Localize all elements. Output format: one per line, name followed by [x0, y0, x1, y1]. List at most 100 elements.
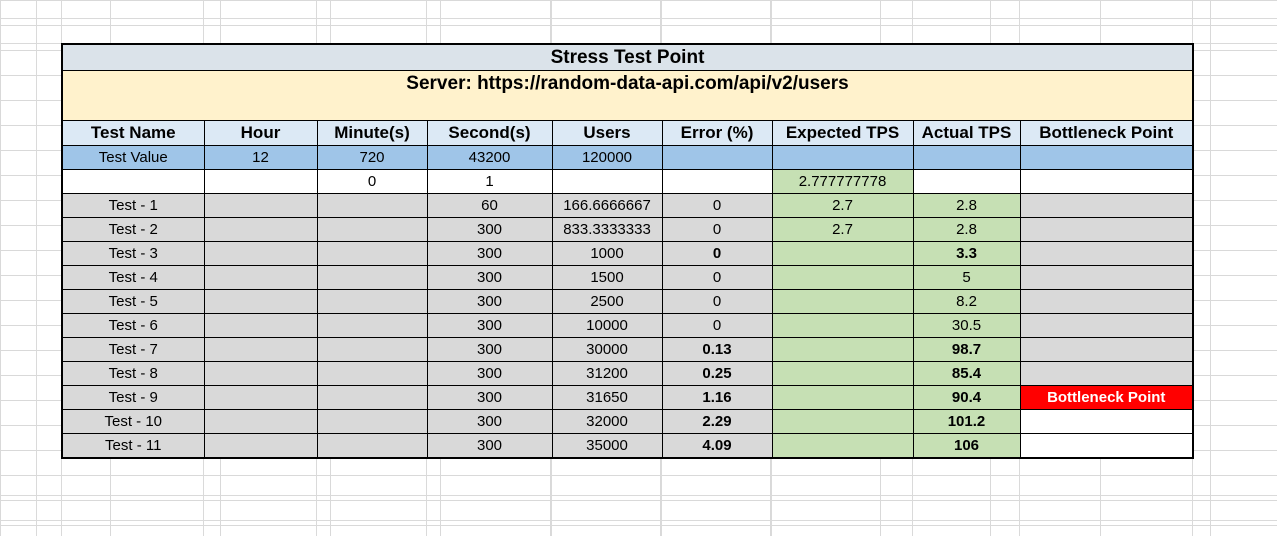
- cell-minutes[interactable]: [316, 217, 428, 242]
- cell-error[interactable]: 0: [661, 289, 773, 314]
- cell-users[interactable]: 2500: [551, 289, 663, 314]
- cell-users[interactable]: 10000: [551, 313, 663, 338]
- cell-users[interactable]: 30000: [551, 337, 663, 362]
- cell-seconds[interactable]: 300: [426, 385, 553, 410]
- header-cell[interactable]: Expected TPS: [771, 120, 914, 146]
- cell-seconds[interactable]: 300: [426, 433, 553, 459]
- value-cell[interactable]: [1019, 145, 1194, 170]
- cell-hour[interactable]: [203, 409, 318, 434]
- cell-hour[interactable]: [203, 385, 318, 410]
- server-url[interactable]: Server: https://random-data-api.com/api/…: [61, 70, 1194, 121]
- cell-users[interactable]: 833.3333333: [551, 217, 663, 242]
- cell-bottleneck[interactable]: [1019, 193, 1194, 218]
- cell-seconds[interactable]: 300: [426, 361, 553, 386]
- value-cell[interactable]: [912, 145, 1021, 170]
- value-cell[interactable]: 120000: [551, 145, 663, 170]
- cell-expected[interactable]: [771, 361, 914, 386]
- cell-actual[interactable]: 5: [912, 265, 1021, 290]
- cell-users[interactable]: 166.6666667: [551, 193, 663, 218]
- cell-seconds[interactable]: 300: [426, 289, 553, 314]
- cell-actual[interactable]: 90.4: [912, 385, 1021, 410]
- cell-hour[interactable]: [203, 265, 318, 290]
- header-cell[interactable]: Second(s): [426, 120, 553, 146]
- cell-users[interactable]: 31650: [551, 385, 663, 410]
- header-cell[interactable]: Actual TPS: [912, 120, 1021, 146]
- cell-hour[interactable]: [203, 361, 318, 386]
- cell-error[interactable]: 0: [661, 241, 773, 266]
- cell-name[interactable]: Test - 6: [61, 313, 205, 338]
- cell-bottleneck[interactable]: [1019, 433, 1194, 459]
- cell-minutes[interactable]: [316, 313, 428, 338]
- cell-name[interactable]: Test - 10: [61, 409, 205, 434]
- cell-minutes[interactable]: [316, 433, 428, 459]
- cell-users[interactable]: 31200: [551, 361, 663, 386]
- cell-hour[interactable]: [203, 313, 318, 338]
- cell-error[interactable]: 1.16: [661, 385, 773, 410]
- sheet-title[interactable]: Stress Test Point: [61, 43, 1194, 71]
- cell-seconds[interactable]: 300: [426, 313, 553, 338]
- cell-hour[interactable]: [203, 217, 318, 242]
- value-cell[interactable]: 43200: [426, 145, 553, 170]
- cell-error[interactable]: 0: [661, 217, 773, 242]
- cell-minutes[interactable]: [316, 409, 428, 434]
- cell-seconds[interactable]: 300: [426, 217, 553, 242]
- calc-cell-expected-tps[interactable]: 2.777777778: [771, 169, 914, 194]
- cell-bottleneck[interactable]: [1019, 313, 1194, 338]
- cell-expected[interactable]: [771, 385, 914, 410]
- cell-expected[interactable]: [771, 265, 914, 290]
- cell-bottleneck[interactable]: [1019, 361, 1194, 386]
- cell-expected[interactable]: [771, 337, 914, 362]
- cell-minutes[interactable]: [316, 265, 428, 290]
- header-cell[interactable]: Minute(s): [316, 120, 428, 146]
- cell-actual[interactable]: 101.2: [912, 409, 1021, 434]
- calc-cell[interactable]: [203, 169, 318, 194]
- cell-name[interactable]: Test - 1: [61, 193, 205, 218]
- cell-actual[interactable]: 2.8: [912, 217, 1021, 242]
- cell-expected[interactable]: [771, 289, 914, 314]
- cell-error[interactable]: 0.13: [661, 337, 773, 362]
- cell-actual[interactable]: 85.4: [912, 361, 1021, 386]
- cell-actual[interactable]: 30.5: [912, 313, 1021, 338]
- cell-bottleneck[interactable]: [1019, 265, 1194, 290]
- value-cell[interactable]: [771, 145, 914, 170]
- cell-name[interactable]: Test - 11: [61, 433, 205, 459]
- header-cell[interactable]: Bottleneck Point: [1019, 120, 1194, 146]
- cell-hour[interactable]: [203, 241, 318, 266]
- value-cell[interactable]: 12: [203, 145, 318, 170]
- calc-cell[interactable]: [1019, 169, 1194, 194]
- cell-name[interactable]: Test - 8: [61, 361, 205, 386]
- calc-cell[interactable]: [551, 169, 663, 194]
- cell-actual[interactable]: 2.8: [912, 193, 1021, 218]
- cell-expected[interactable]: [771, 241, 914, 266]
- cell-seconds[interactable]: 300: [426, 337, 553, 362]
- cell-name[interactable]: Test - 2: [61, 217, 205, 242]
- calc-cell[interactable]: 0: [316, 169, 428, 194]
- cell-error[interactable]: 0: [661, 265, 773, 290]
- cell-users[interactable]: 1500: [551, 265, 663, 290]
- cell-bottleneck[interactable]: [1019, 337, 1194, 362]
- cell-error[interactable]: 0: [661, 193, 773, 218]
- cell-error[interactable]: 0.25: [661, 361, 773, 386]
- cell-hour[interactable]: [203, 289, 318, 314]
- calc-cell[interactable]: [661, 169, 773, 194]
- value-cell[interactable]: [661, 145, 773, 170]
- cell-name[interactable]: Test - 4: [61, 265, 205, 290]
- cell-expected[interactable]: 2.7: [771, 193, 914, 218]
- calc-cell[interactable]: 1: [426, 169, 553, 194]
- cell-minutes[interactable]: [316, 337, 428, 362]
- calc-cell[interactable]: [61, 169, 205, 194]
- cell-name[interactable]: Test - 7: [61, 337, 205, 362]
- cell-hour[interactable]: [203, 193, 318, 218]
- cell-minutes[interactable]: [316, 193, 428, 218]
- cell-expected[interactable]: [771, 433, 914, 459]
- cell-users[interactable]: 32000: [551, 409, 663, 434]
- cell-actual[interactable]: 3.3: [912, 241, 1021, 266]
- cell-seconds[interactable]: 300: [426, 409, 553, 434]
- header-cell[interactable]: Test Name: [61, 120, 205, 146]
- value-cell[interactable]: Test Value: [61, 145, 205, 170]
- cell-expected[interactable]: 2.7: [771, 217, 914, 242]
- cell-name[interactable]: Test - 9: [61, 385, 205, 410]
- header-cell[interactable]: Users: [551, 120, 663, 146]
- cell-bottleneck[interactable]: Bottleneck Point: [1019, 385, 1194, 410]
- header-cell[interactable]: Hour: [203, 120, 318, 146]
